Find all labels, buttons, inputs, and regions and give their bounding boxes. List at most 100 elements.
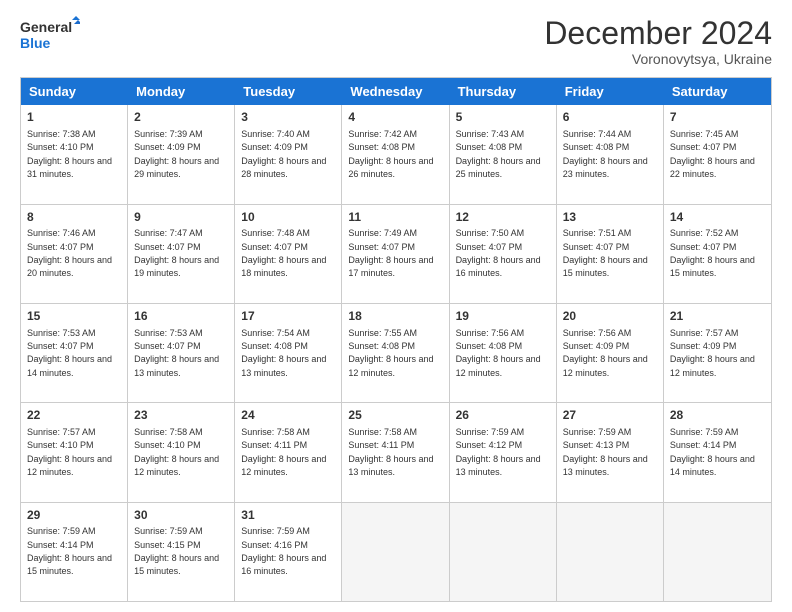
day-info: Sunrise: 7:39 AMSunset: 4:09 PMDaylight:… [134,129,219,179]
day-info: Sunrise: 7:48 AMSunset: 4:07 PMDaylight:… [241,228,326,278]
day-cell-10: 10 Sunrise: 7:48 AMSunset: 4:07 PMDayligh… [235,205,342,303]
day-info: Sunrise: 7:38 AMSunset: 4:10 PMDaylight:… [27,129,112,179]
day-number: 30 [134,507,228,524]
day-cell-25: 25 Sunrise: 7:58 AMSunset: 4:11 PMDayligh… [342,403,449,501]
day-info: Sunrise: 7:58 AMSunset: 4:10 PMDaylight:… [134,427,219,477]
day-info: Sunrise: 7:53 AMSunset: 4:07 PMDaylight:… [134,328,219,378]
day-cell-21: 21Sunrise: 7:57 AMSunset: 4:09 PMDayligh… [664,304,771,402]
day-cell-12: 12 Sunrise: 7:50 AMSunset: 4:07 PMDayligh… [450,205,557,303]
day-info: Sunrise: 7:51 AMSunset: 4:07 PMDaylight:… [563,228,648,278]
day-number: 20 [563,308,657,325]
header-day-sunday: Sunday [21,78,128,105]
day-number: 17 [241,308,335,325]
empty-cell-4-6 [664,503,771,601]
day-number: 18 [348,308,442,325]
day-info: Sunrise: 7:43 AMSunset: 4:08 PMDaylight:… [456,129,541,179]
day-info: Sunrise: 7:45 AMSunset: 4:07 PMDaylight:… [670,129,755,179]
page: General Blue December 2024 Voronovytsya,… [0,0,792,612]
day-info: Sunrise: 7:50 AMSunset: 4:07 PMDaylight:… [456,228,541,278]
calendar-body: 1 Sunrise: 7:38 AMSunset: 4:10 PMDaylight… [21,105,771,601]
day-number: 8 [27,209,121,226]
day-number: 4 [348,109,442,126]
day-number: 25 [348,407,442,424]
day-cell-23: 23 Sunrise: 7:58 AMSunset: 4:10 PMDayligh… [128,403,235,501]
week-row-2: 8 Sunrise: 7:46 AMSunset: 4:07 PMDaylight… [21,205,771,304]
day-number: 29 [27,507,121,524]
day-cell-16: 16 Sunrise: 7:53 AMSunset: 4:07 PMDayligh… [128,304,235,402]
day-info: Sunrise: 7:54 AMSunset: 4:08 PMDaylight:… [241,328,326,378]
calendar-header: SundayMondayTuesdayWednesdayThursdayFrid… [21,78,771,105]
day-info: Sunrise: 7:59 AMSunset: 4:14 PMDaylight:… [27,526,112,576]
day-info: Sunrise: 7:53 AMSunset: 4:07 PMDaylight:… [27,328,112,378]
day-info: Sunrise: 7:44 AMSunset: 4:08 PMDaylight:… [563,129,648,179]
day-number: 11 [348,209,442,226]
day-info: Sunrise: 7:59 AMSunset: 4:16 PMDaylight:… [241,526,326,576]
day-number: 22 [27,407,121,424]
header-day-wednesday: Wednesday [342,78,449,105]
day-info: Sunrise: 7:52 AMSunset: 4:07 PMDaylight:… [670,228,755,278]
header-day-monday: Monday [128,78,235,105]
day-cell-5: 5Sunrise: 7:43 AMSunset: 4:08 PMDaylight… [450,105,557,203]
subtitle: Voronovytsya, Ukraine [544,51,772,67]
empty-cell-4-5 [557,503,664,601]
day-info: Sunrise: 7:46 AMSunset: 4:07 PMDaylight:… [27,228,112,278]
header: General Blue December 2024 Voronovytsya,… [20,16,772,67]
day-number: 3 [241,109,335,126]
day-cell-9: 9Sunrise: 7:47 AMSunset: 4:07 PMDaylight… [128,205,235,303]
day-info: Sunrise: 7:55 AMSunset: 4:08 PMDaylight:… [348,328,433,378]
empty-cell-4-3 [342,503,449,601]
empty-cell-4-4 [450,503,557,601]
day-cell-3: 3 Sunrise: 7:40 AMSunset: 4:09 PMDaylight… [235,105,342,203]
day-info: Sunrise: 7:58 AMSunset: 4:11 PMDaylight:… [348,427,433,477]
day-cell-11: 11 Sunrise: 7:49 AMSunset: 4:07 PMDayligh… [342,205,449,303]
day-info: Sunrise: 7:40 AMSunset: 4:09 PMDaylight:… [241,129,326,179]
day-cell-20: 20 Sunrise: 7:56 AMSunset: 4:09 PMDayligh… [557,304,664,402]
day-number: 16 [134,308,228,325]
day-number: 23 [134,407,228,424]
logo-svg: General Blue [20,16,80,56]
day-cell-6: 6Sunrise: 7:44 AMSunset: 4:08 PMDaylight… [557,105,664,203]
week-row-3: 15 Sunrise: 7:53 AMSunset: 4:07 PMDayligh… [21,304,771,403]
svg-text:Blue: Blue [20,35,51,51]
day-cell-13: 13 Sunrise: 7:51 AMSunset: 4:07 PMDayligh… [557,205,664,303]
day-number: 28 [670,407,765,424]
header-day-saturday: Saturday [664,78,771,105]
day-cell-4: 4Sunrise: 7:42 AMSunset: 4:08 PMDaylight… [342,105,449,203]
day-number: 13 [563,209,657,226]
day-number: 31 [241,507,335,524]
day-cell-8: 8 Sunrise: 7:46 AMSunset: 4:07 PMDaylight… [21,205,128,303]
day-cell-1: 1 Sunrise: 7:38 AMSunset: 4:10 PMDaylight… [21,105,128,203]
day-cell-14: 14Sunrise: 7:52 AMSunset: 4:07 PMDayligh… [664,205,771,303]
header-day-friday: Friday [557,78,664,105]
header-day-tuesday: Tuesday [235,78,342,105]
day-number: 10 [241,209,335,226]
day-info: Sunrise: 7:58 AMSunset: 4:11 PMDaylight:… [241,427,326,477]
day-cell-31: 31 Sunrise: 7:59 AMSunset: 4:16 PMDayligh… [235,503,342,601]
day-number: 19 [456,308,550,325]
day-info: Sunrise: 7:56 AMSunset: 4:09 PMDaylight:… [563,328,648,378]
day-number: 26 [456,407,550,424]
day-cell-22: 22 Sunrise: 7:57 AMSunset: 4:10 PMDayligh… [21,403,128,501]
day-cell-29: 29 Sunrise: 7:59 AMSunset: 4:14 PMDayligh… [21,503,128,601]
day-number: 2 [134,109,228,126]
day-info: Sunrise: 7:56 AMSunset: 4:08 PMDaylight:… [456,328,541,378]
day-cell-15: 15 Sunrise: 7:53 AMSunset: 4:07 PMDayligh… [21,304,128,402]
title-block: December 2024 Voronovytsya, Ukraine [544,16,772,67]
day-info: Sunrise: 7:59 AMSunset: 4:12 PMDaylight:… [456,427,541,477]
day-cell-2: 2 Sunrise: 7:39 AMSunset: 4:09 PMDaylight… [128,105,235,203]
week-row-1: 1 Sunrise: 7:38 AMSunset: 4:10 PMDaylight… [21,105,771,204]
day-cell-26: 26 Sunrise: 7:59 AMSunset: 4:12 PMDayligh… [450,403,557,501]
day-number: 12 [456,209,550,226]
day-info: Sunrise: 7:57 AMSunset: 4:09 PMDaylight:… [670,328,755,378]
day-info: Sunrise: 7:47 AMSunset: 4:07 PMDaylight:… [134,228,219,278]
day-cell-30: 30Sunrise: 7:59 AMSunset: 4:15 PMDayligh… [128,503,235,601]
day-info: Sunrise: 7:49 AMSunset: 4:07 PMDaylight:… [348,228,433,278]
day-number: 1 [27,109,121,126]
logo: General Blue [20,16,80,56]
week-row-5: 29 Sunrise: 7:59 AMSunset: 4:14 PMDayligh… [21,503,771,601]
day-info: Sunrise: 7:57 AMSunset: 4:10 PMDaylight:… [27,427,112,477]
day-cell-7: 7Sunrise: 7:45 AMSunset: 4:07 PMDaylight… [664,105,771,203]
day-number: 15 [27,308,121,325]
day-number: 27 [563,407,657,424]
day-cell-28: 28Sunrise: 7:59 AMSunset: 4:14 PMDayligh… [664,403,771,501]
